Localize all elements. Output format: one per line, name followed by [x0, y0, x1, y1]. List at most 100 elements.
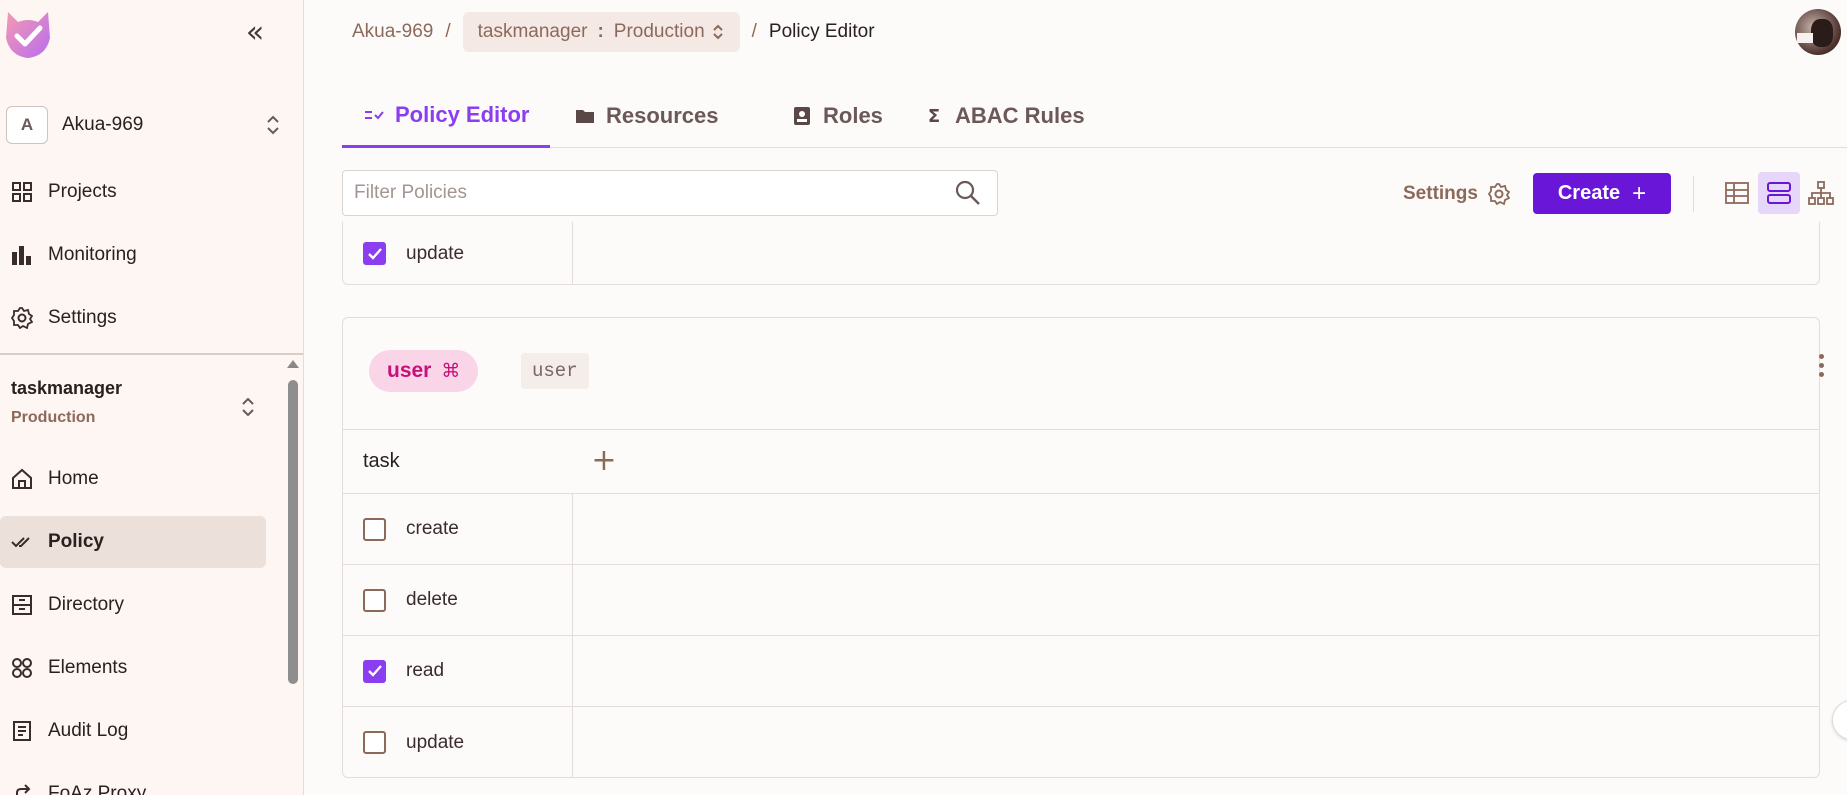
action-checkbox[interactable]	[363, 242, 386, 265]
settings-label: Settings	[1403, 183, 1478, 204]
tab-roles[interactable]: Roles	[791, 84, 883, 148]
action-checkbox[interactable]	[363, 731, 386, 754]
sidebar-item-label: Elements	[48, 657, 128, 678]
org-name: Akua-969	[62, 114, 144, 135]
sidebar-item-policy[interactable]: Policy	[0, 516, 266, 568]
logo-icon[interactable]	[2, 8, 54, 60]
role-key: user	[521, 353, 589, 389]
action-cell: update	[343, 707, 573, 778]
sidebar-item-label: Monitoring	[48, 244, 137, 265]
action-row: update	[343, 707, 1819, 778]
sidebar-scrollbar[interactable]	[286, 360, 300, 795]
settings-button[interactable]: Settings	[1403, 176, 1510, 212]
breadcrumb-separator: /	[445, 21, 451, 42]
role-chip[interactable]: user ⌘	[369, 350, 479, 392]
filter-policies-field[interactable]	[342, 170, 998, 216]
chevron-up-down-icon	[242, 397, 254, 417]
sidebar-item-elements[interactable]: Elements	[0, 642, 266, 694]
add-plus-icon[interactable]: +	[591, 445, 617, 475]
tab-resources[interactable]: Resources	[574, 84, 719, 148]
bar-chart-icon	[10, 243, 34, 267]
tab-label: Policy Editor	[395, 101, 530, 127]
action-cell: delete	[343, 565, 573, 635]
sidebar-item-label: Audit Log	[48, 720, 129, 741]
document-icon	[10, 719, 34, 743]
home-icon	[10, 467, 34, 491]
sidebar-item-projects[interactable]: Projects	[0, 166, 266, 218]
action-label: delete	[406, 589, 458, 610]
tab-policy-editor[interactable]: Policy Editor	[342, 84, 551, 148]
action-label: read	[406, 660, 445, 681]
gear-icon	[10, 306, 34, 330]
role-header: user ⌘ user	[343, 318, 1824, 430]
avatar-face	[1811, 19, 1833, 47]
main-content: Akua-969 / taskmanager : Production / Po…	[305, 0, 1847, 795]
sidebar-item-foaz-proxy[interactable]: FoAz Proxy	[0, 768, 266, 795]
sidebar-item-label: FoAz Proxy	[48, 783, 147, 795]
double-check-icon	[10, 530, 34, 554]
sigma-icon: Σ	[927, 105, 941, 127]
breadcrumb-project: taskmanager	[477, 21, 588, 42]
tree-view-icon[interactable]	[1800, 172, 1842, 214]
sidebar-item-monitoring[interactable]: Monitoring	[0, 229, 266, 281]
action-checkbox[interactable]	[363, 659, 386, 683]
policy-card-user: user ⌘ user task + create delete read up…	[342, 317, 1824, 778]
chevron-up-down-icon	[267, 115, 279, 135]
org-badge: A	[6, 106, 48, 144]
action-label: update	[406, 242, 465, 264]
sidebar-item-label: Policy	[48, 531, 104, 552]
project-env-switcher[interactable]: taskmanager : Production	[462, 12, 740, 52]
sidebar-item-label: Projects	[48, 181, 117, 202]
breadcrumb-separator: /	[751, 21, 757, 42]
action-label: create	[406, 518, 459, 539]
user-avatar[interactable]	[1795, 9, 1841, 55]
scroll-up-arrow-icon[interactable]	[287, 360, 299, 368]
breadcrumb-colon: :	[597, 21, 604, 42]
role-name: user	[387, 359, 432, 382]
plus-icon: +	[1632, 179, 1647, 207]
rows-view-icon[interactable]	[1758, 172, 1800, 214]
filter-policies-input[interactable]	[343, 171, 953, 215]
chevron-up-down-icon	[712, 24, 723, 40]
double-chevron-left-icon[interactable]: «	[240, 18, 270, 50]
action-checkbox[interactable]	[363, 517, 386, 541]
action-cell: create	[343, 494, 573, 564]
resource-name: task	[363, 450, 400, 472]
sidebar-item-settings[interactable]: Settings	[0, 292, 266, 344]
check-icon	[367, 247, 382, 260]
sidebar: « A Akua-969 Projects Monitoring Setting…	[0, 0, 304, 795]
scrollbar-thumb[interactable]	[288, 380, 298, 684]
command-key-icon: ⌘	[441, 360, 461, 382]
sidebar-item-directory[interactable]: Directory	[0, 579, 266, 631]
action-row: create	[343, 494, 1819, 565]
more-options-icon[interactable]	[1815, 354, 1827, 382]
tab-label: Roles	[823, 103, 883, 128]
policy-icon	[363, 104, 385, 126]
action-checkbox[interactable]	[363, 588, 386, 612]
toolbar-divider	[1693, 176, 1694, 212]
resource-row: task +	[343, 430, 1819, 494]
search-icon[interactable]	[953, 178, 983, 208]
breadcrumb-current: Policy Editor	[768, 21, 875, 42]
create-button[interactable]: Create +	[1533, 173, 1671, 214]
share-icon	[10, 782, 34, 795]
tab-label: Resources	[606, 103, 719, 128]
action-cell: read	[343, 636, 573, 706]
sidebar-item-label: Settings	[48, 307, 117, 328]
sidebar-item-audit-log[interactable]: Audit Log	[0, 705, 266, 757]
gear-icon	[1487, 183, 1510, 205]
breadcrumb-org[interactable]: Akua-969	[352, 21, 433, 43]
create-label: Create	[1557, 182, 1621, 204]
environment-switcher[interactable]: taskmanager Production	[11, 378, 281, 438]
action-row: read	[343, 636, 1819, 707]
tab-label: ABAC Rules	[955, 103, 1085, 128]
folder-icon	[574, 105, 596, 127]
circles-icon	[10, 656, 34, 680]
tab-bar: Policy Editor Resources Roles Σ ABAC Rul…	[342, 84, 1847, 148]
action-row: delete	[343, 565, 1819, 636]
org-switcher[interactable]: A Akua-969	[6, 105, 282, 145]
grid-icon	[10, 180, 34, 204]
table-view-icon[interactable]	[1716, 172, 1758, 214]
tab-abac-rules[interactable]: Σ ABAC Rules	[923, 84, 1085, 148]
sidebar-item-home[interactable]: Home	[0, 453, 266, 505]
